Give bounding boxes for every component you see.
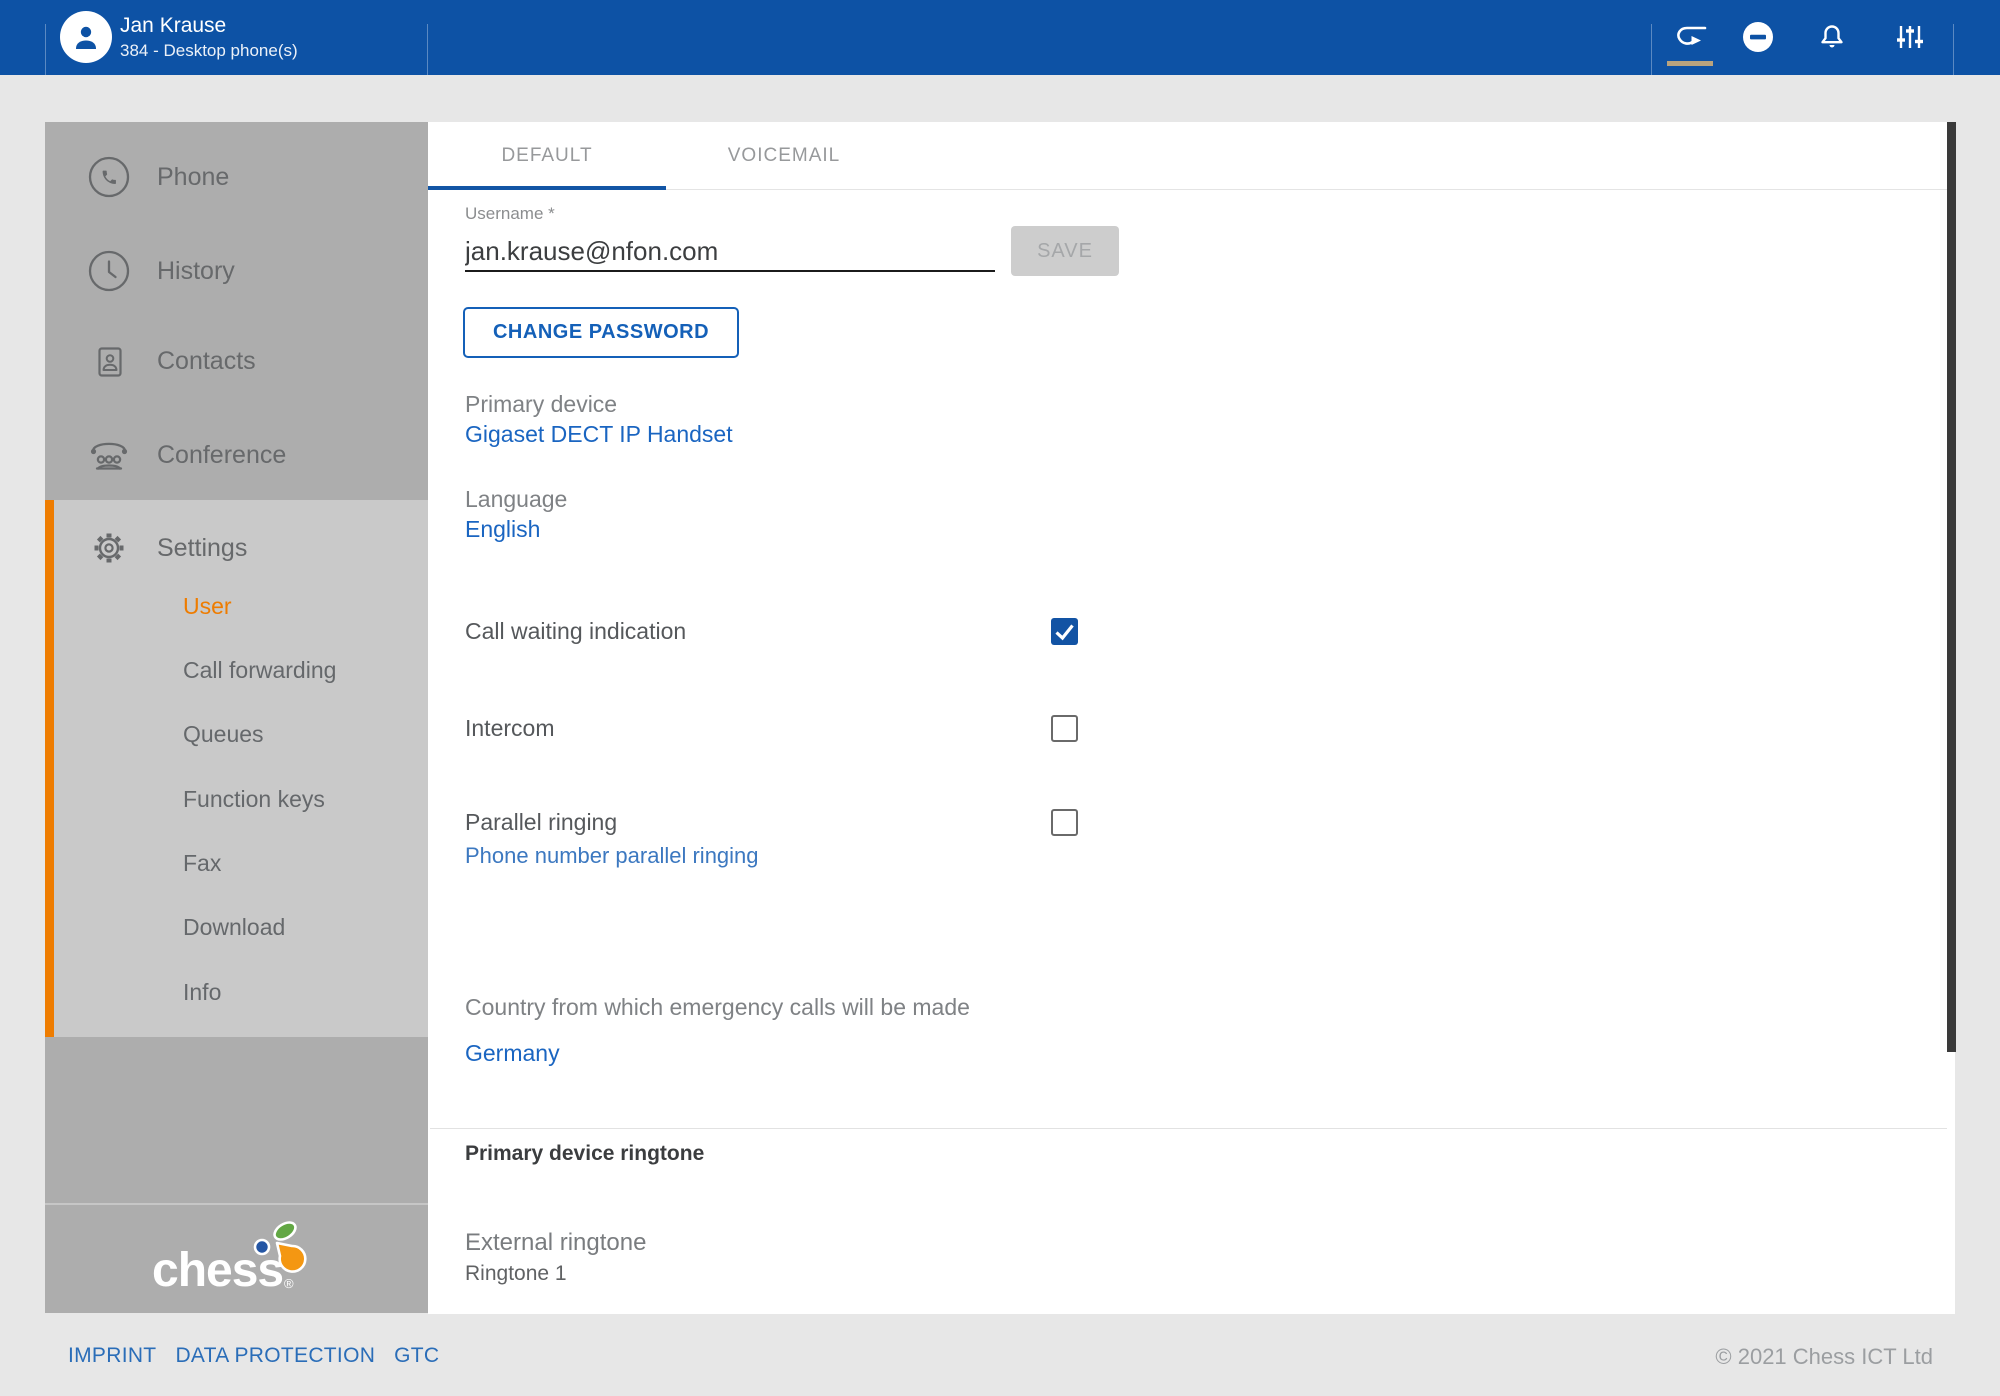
conference-icon <box>86 434 132 476</box>
do-not-disturb-icon[interactable] <box>1741 20 1775 54</box>
username-label: Username * <box>465 204 555 224</box>
subitem-label: Info <box>183 979 221 1006</box>
app-screen: Jan Krause 384 - Desktop phone(s) <box>0 0 2000 1396</box>
active-icon-underline <box>1667 61 1713 66</box>
language-value[interactable]: English <box>465 516 540 543</box>
sidebar-item-label: Settings <box>157 534 247 563</box>
settings-gear-icon <box>86 527 132 569</box>
sidebar-subitem-call-forwarding[interactable]: Call forwarding <box>183 650 418 690</box>
external-ringtone-value[interactable]: Ringtone 1 <box>465 1262 567 1286</box>
sidebar-item-contacts[interactable]: Contacts <box>45 331 428 391</box>
sidebar-item-label: Contacts <box>157 347 256 376</box>
sidebar-subitem-info[interactable]: Info <box>183 972 418 1012</box>
active-tab-underline <box>428 186 666 190</box>
header-divider <box>1953 24 1954 75</box>
notifications-icon[interactable] <box>1818 22 1846 50</box>
username-input[interactable] <box>465 232 995 272</box>
subitem-label: Queues <box>183 721 264 748</box>
call-redirect-icon[interactable] <box>1672 22 1708 52</box>
emergency-country-label: Country from which emergency calls will … <box>465 994 970 1021</box>
external-ringtone-label: External ringtone <box>465 1229 646 1257</box>
tab-default[interactable]: DEFAULT <box>428 122 666 189</box>
content-panel <box>428 122 1955 1314</box>
footer-links: IMPRINT DATA PROTECTION GTC <box>68 1344 439 1368</box>
primary-device-value[interactable]: Gigaset DECT IP Handset <box>465 421 733 448</box>
sidebar-subitem-fax[interactable]: Fax <box>183 843 418 883</box>
change-password-button[interactable]: CHANGE PASSWORD <box>463 307 739 358</box>
sidebar-item-phone[interactable]: Phone <box>45 147 428 207</box>
checkmark-icon <box>1051 618 1078 645</box>
header-divider <box>1651 24 1652 75</box>
tab-label: DEFAULT <box>501 145 592 167</box>
user-icon <box>70 21 102 53</box>
parallel-ringing-link[interactable]: Phone number parallel ringing <box>465 843 759 869</box>
tab-voicemail[interactable]: VOICEMAIL <box>666 122 902 189</box>
header-divider <box>427 24 428 75</box>
top-header-bar: Jan Krause 384 - Desktop phone(s) <box>0 0 2000 75</box>
imprint-link[interactable]: IMPRINT <box>68 1344 156 1368</box>
phone-icon <box>86 156 132 198</box>
equalizer-icon[interactable] <box>1895 22 1925 52</box>
contacts-icon <box>86 340 132 382</box>
history-icon <box>86 250 132 292</box>
sidebar-item-label: History <box>157 257 235 286</box>
gtc-link[interactable]: GTC <box>394 1344 439 1368</box>
chess-logo-molecule-icon <box>252 1220 316 1289</box>
sidebar-subitem-download[interactable]: Download <box>183 907 418 947</box>
sidebar-item-history[interactable]: History <box>45 241 428 301</box>
sidebar-subitem-user[interactable]: User <box>183 586 418 626</box>
call-waiting-checkbox[interactable] <box>1051 618 1078 645</box>
intercom-checkbox[interactable] <box>1051 715 1078 742</box>
subitem-label: Function keys <box>183 786 325 813</box>
user-name: Jan Krause <box>120 14 226 38</box>
sidebar-subitem-queues[interactable]: Queues <box>183 714 418 754</box>
call-waiting-label: Call waiting indication <box>465 618 686 645</box>
language-label: Language <box>465 486 567 513</box>
copyright: © 2021 Chess ICT Ltd <box>1715 1344 1933 1370</box>
vertical-scrollbar[interactable] <box>1947 122 1956 1052</box>
subitem-label: Download <box>183 914 285 941</box>
sidebar-subitem-function-keys[interactable]: Function keys <box>183 779 418 819</box>
emergency-country-value[interactable]: Germany <box>465 1040 560 1067</box>
ringtone-section-title: Primary device ringtone <box>465 1142 704 1166</box>
section-divider <box>430 1128 1947 1129</box>
sidebar-item-label: Conference <box>157 441 286 470</box>
sidebar-item-label: Phone <box>157 163 229 192</box>
tab-label: VOICEMAIL <box>728 145 840 167</box>
data-protection-link[interactable]: DATA PROTECTION <box>175 1344 375 1368</box>
subitem-label: Call forwarding <box>183 657 336 684</box>
parallel-ringing-checkbox[interactable] <box>1051 809 1078 836</box>
avatar[interactable] <box>60 11 112 63</box>
save-button[interactable]: SAVE <box>1011 226 1119 276</box>
subitem-label: User <box>183 593 232 620</box>
sidebar-active-indicator <box>45 500 54 1037</box>
parallel-ringing-label: Parallel ringing <box>465 809 617 836</box>
subitem-label: Fax <box>183 850 221 877</box>
primary-device-label: Primary device <box>465 391 617 418</box>
sidebar-item-conference[interactable]: Conference <box>45 425 428 485</box>
user-device: 384 - Desktop phone(s) <box>120 41 298 61</box>
sidebar-item-settings[interactable]: Settings <box>45 518 428 578</box>
sidebar-lower <box>45 1037 428 1203</box>
sidebar-settings-section <box>45 500 428 1037</box>
intercom-label: Intercom <box>465 715 554 742</box>
header-divider <box>45 24 46 75</box>
